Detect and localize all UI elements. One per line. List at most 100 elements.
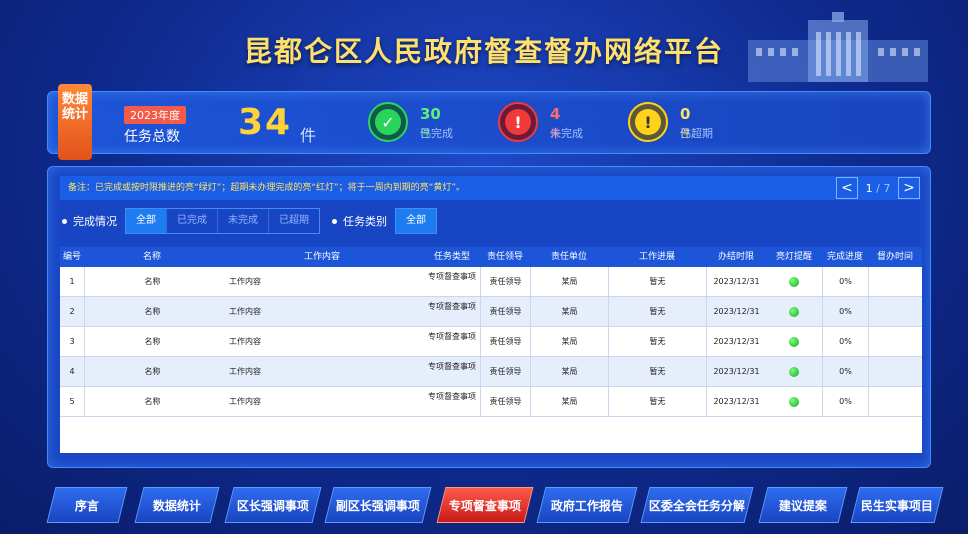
cell-name: 名称 (84, 267, 220, 297)
total-value: 34 (238, 102, 293, 143)
page-title: 昆都仑区人民政府督查督办网络平台 (243, 35, 724, 68)
nav-committee-tasks[interactable]: 区委全会任务分解 (640, 487, 754, 523)
cell-time (868, 357, 922, 387)
year-badge: 2023年度 (124, 106, 186, 124)
type-filter-all[interactable]: 全部 (396, 209, 436, 233)
cell-no: 5 (69, 397, 75, 406)
green-light-icon (789, 277, 799, 287)
table-row[interactable]: 4 名称 工作内容 专项督查事项 责任领导 某局 暂无 2023/12/31 0… (60, 357, 922, 387)
cell-leader: 责任领导 (480, 297, 530, 327)
status-filter-overdue[interactable]: 已超期 (268, 209, 319, 233)
cell-light (766, 297, 822, 327)
cell-light (766, 357, 822, 387)
cell-unit: 某局 (530, 267, 608, 297)
cell-deadline: 2023/12/31 (706, 387, 766, 417)
prev-page-button[interactable]: < (836, 177, 858, 199)
table-row[interactable]: 3 名称 工作内容 专项督查事项 责任领导 某局 暂无 2023/12/31 0… (60, 327, 922, 357)
nav-preface[interactable]: 序言 (46, 487, 128, 523)
col-leader: 责任领导 (486, 252, 523, 262)
stats-panel: 数据统计 2023年度 任务总数 34 件 ✓ 30件 已完成 ! 4件 未完成… (47, 84, 931, 160)
cell-time (868, 387, 922, 417)
cell-deadline: 2023/12/31 (706, 297, 766, 327)
type-filter: 全部 (395, 208, 437, 234)
cell-deadline: 2023/12/31 (706, 327, 766, 357)
cell-light (766, 387, 822, 417)
col-percent: 完成进度 (826, 252, 863, 262)
bullet-icon (62, 218, 67, 224)
green-light-icon (789, 337, 799, 347)
cell-content: 工作内容 (229, 367, 261, 376)
header: 昆都仑区人民政府督查督办网络平台 (0, 0, 968, 90)
col-type: 任务类型 (433, 252, 470, 262)
cell-no: 1 (69, 277, 75, 286)
nav-statistics[interactable]: 数据统计 (134, 487, 220, 523)
nav-livelihood-projects[interactable]: 民生实事项目 (850, 487, 944, 523)
cell-percent: 0% (822, 327, 868, 357)
col-no: 编号 (62, 252, 81, 262)
filter-bar: 完成情况 全部 已完成 未完成 已超期 任务类别 全部 (62, 208, 449, 234)
stat-overdue-label: 已超期 (680, 127, 713, 140)
col-time: 督办时间 (876, 252, 913, 262)
nav-deputy-head-items[interactable]: 副区长强调事项 (324, 487, 432, 523)
stat-incomplete-value: 4 (550, 105, 561, 123)
stat-overdue-value: 0 (680, 105, 691, 123)
cell-light (766, 327, 822, 357)
col-light: 亮灯提醒 (775, 252, 812, 262)
stat-completed-value: 30 (420, 105, 441, 123)
cell-time (868, 297, 922, 327)
cell-type: 专项督查事项 (428, 332, 476, 341)
cell-unit: 某局 (530, 297, 608, 327)
cell-progress: 暂无 (608, 267, 706, 297)
cell-type: 专项督查事项 (428, 272, 476, 281)
bottom-nav: 序言 数据统计 区长强调事项 副区长强调事项 专项督查事项 政府工作报告 区委全… (46, 487, 947, 523)
task-panel: 备注：已完成或按时限推进的亮“绿灯”；超期未办理完成的亮“红灯”；将于一周内到期… (47, 166, 931, 468)
stat-completed-label: 已完成 (420, 127, 453, 140)
exclamation-icon: ! (505, 109, 531, 135)
status-filter-incomplete[interactable]: 未完成 (217, 209, 268, 233)
cell-name: 名称 (84, 297, 220, 327)
green-light-icon (789, 307, 799, 317)
green-light-icon (789, 397, 799, 407)
nav-gov-work-report[interactable]: 政府工作报告 (536, 487, 638, 523)
cell-progress: 暂无 (608, 357, 706, 387)
nav-proposals[interactable]: 建议提案 (758, 487, 848, 523)
bullet-icon (332, 218, 337, 224)
table-row[interactable]: 1 名称 工作内容 专项督查事项 责任领导 某局 暂无 2023/12/31 0… (60, 267, 922, 297)
page-indicator: 1 / 7 (858, 182, 898, 195)
cell-time (868, 327, 922, 357)
cell-unit: 某局 (530, 327, 608, 357)
total-label: 任务总数 (124, 129, 180, 145)
cell-progress: 暂无 (608, 387, 706, 417)
table-row[interactable]: 5 名称 工作内容 专项督查事项 责任领导 某局 暂无 2023/12/31 0… (60, 387, 922, 417)
exclamation-icon: ! (635, 109, 661, 135)
check-icon: ✓ (375, 109, 401, 135)
table-body: 1 名称 工作内容 专项督查事项 责任领导 某局 暂无 2023/12/31 0… (60, 267, 922, 453)
nav-district-head-items[interactable]: 区长强调事项 (224, 487, 322, 523)
cell-percent: 0% (822, 387, 868, 417)
cell-no: 2 (69, 307, 75, 316)
cell-no: 3 (69, 337, 75, 346)
cell-type: 专项督查事项 (428, 362, 476, 371)
cell-percent: 0% (822, 297, 868, 327)
cell-time (868, 267, 922, 297)
cell-content: 工作内容 (229, 307, 261, 316)
green-light-icon (789, 367, 799, 377)
status-filter-all[interactable]: 全部 (126, 209, 166, 233)
next-page-button[interactable]: > (898, 177, 920, 199)
status-filter-completed[interactable]: 已完成 (166, 209, 217, 233)
cell-progress: 暂无 (608, 327, 706, 357)
cell-type: 专项督查事项 (428, 302, 476, 311)
current-page: 1 (865, 181, 873, 195)
cell-percent: 0% (822, 357, 868, 387)
cell-deadline: 2023/12/31 (706, 357, 766, 387)
table-row[interactable]: 2 名称 工作内容 专项督查事项 责任领导 某局 暂无 2023/12/31 0… (60, 297, 922, 327)
cell-type: 专项督查事项 (428, 392, 476, 401)
cell-light (766, 267, 822, 297)
cell-leader: 责任领导 (480, 267, 530, 297)
cell-leader: 责任领导 (480, 327, 530, 357)
cell-name: 名称 (84, 327, 220, 357)
cell-no: 4 (69, 367, 75, 376)
nav-special-supervision[interactable]: 专项督查事项 (436, 487, 534, 523)
cell-content: 工作内容 (229, 397, 261, 406)
stats-tag: 数据统计 (58, 84, 92, 160)
